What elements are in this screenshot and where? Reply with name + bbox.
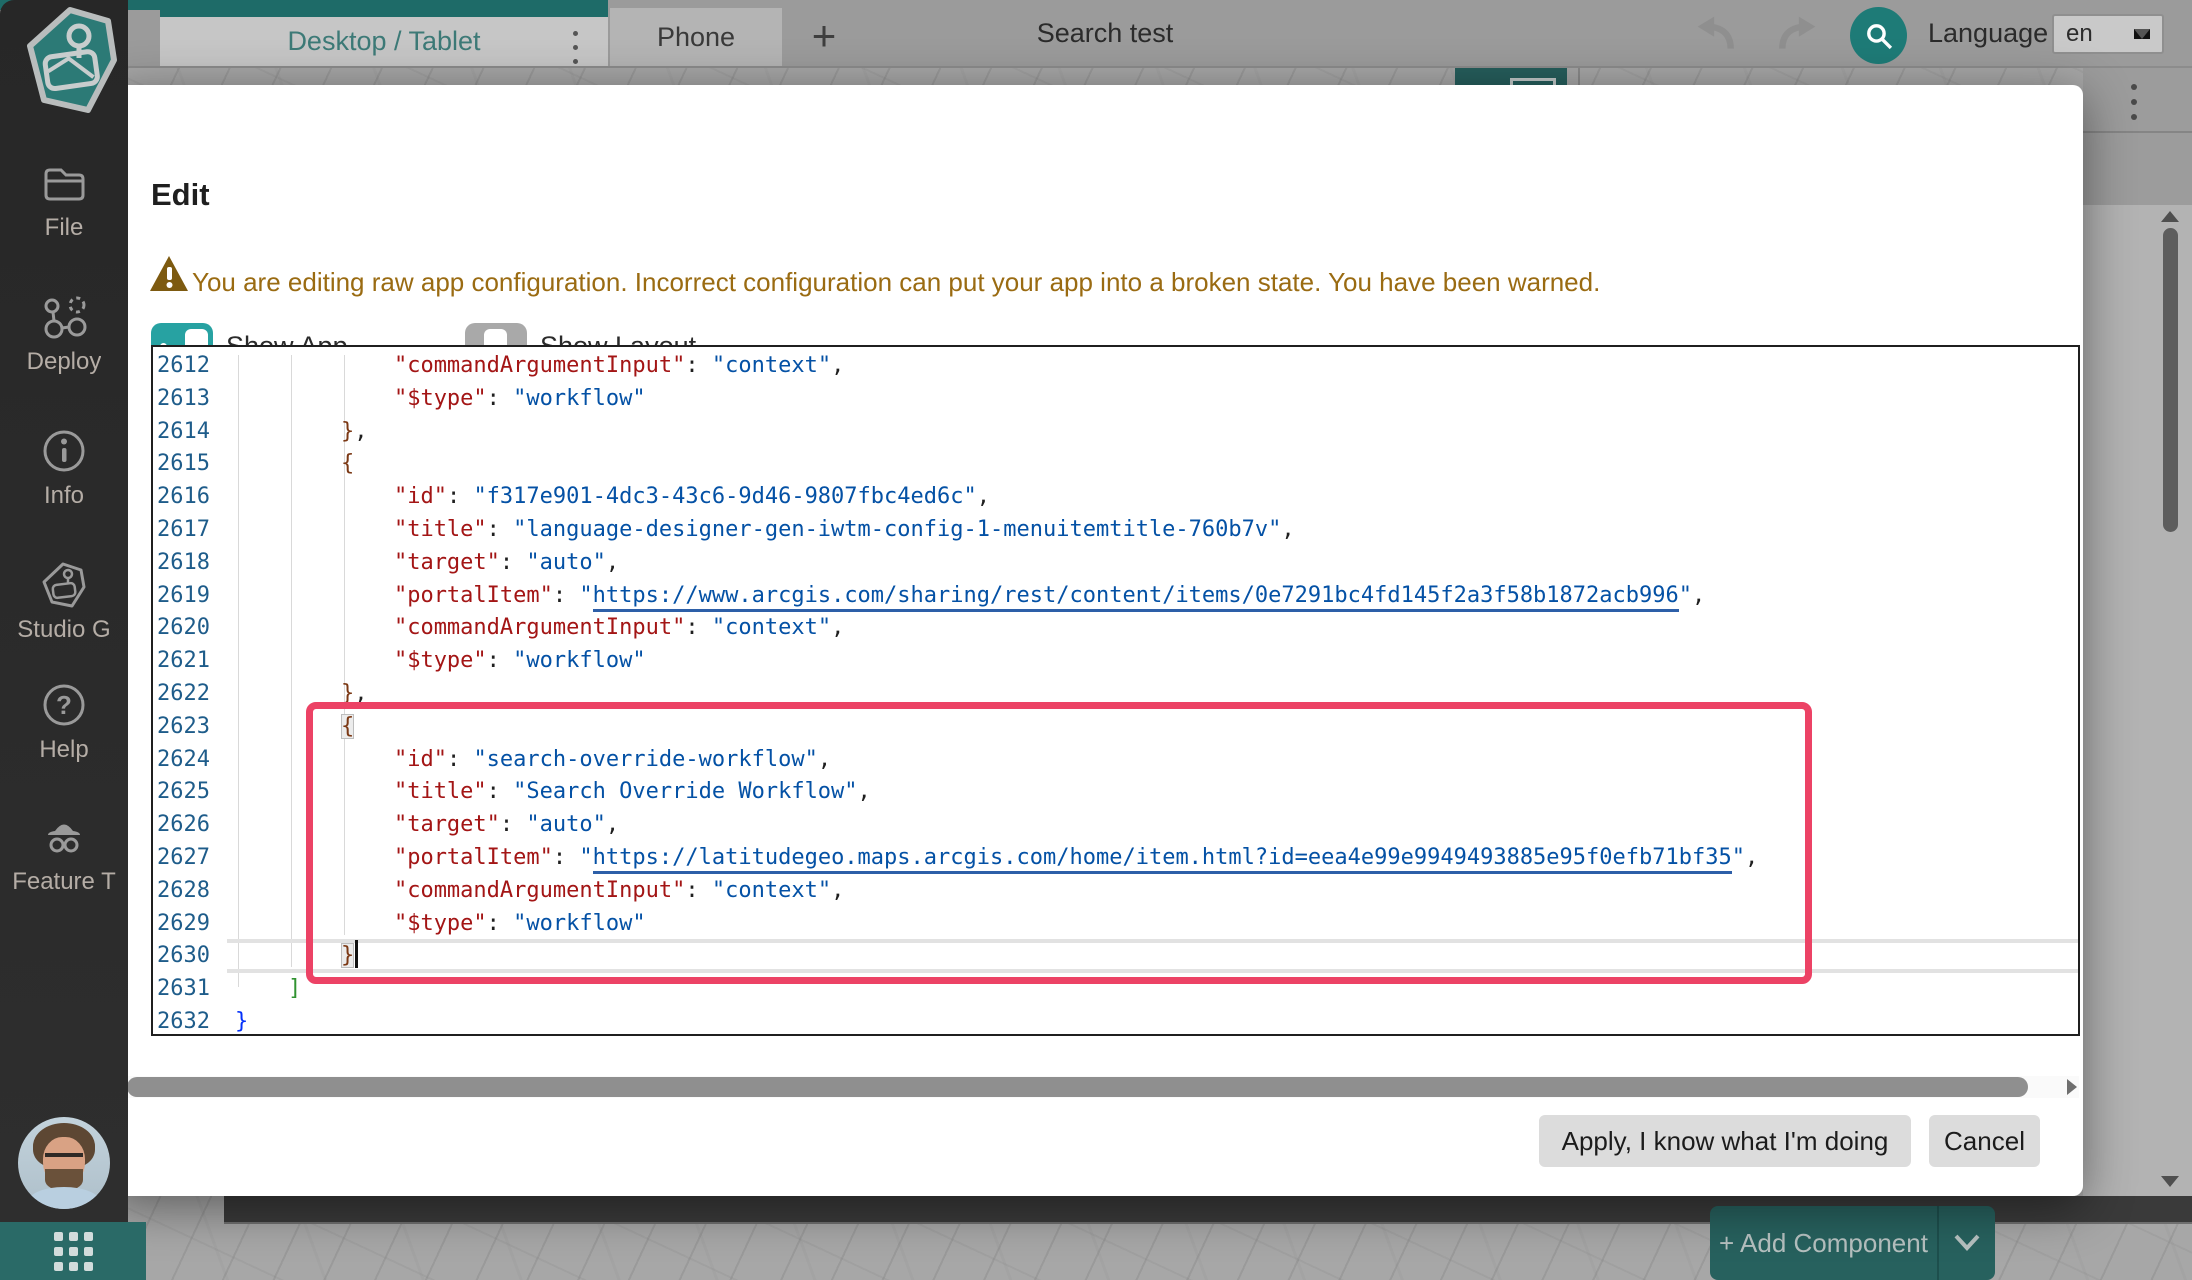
line-number: 2626 (153, 809, 227, 842)
sidebar-item-label: Help (39, 736, 88, 764)
scroll-up-arrow-icon[interactable] (2161, 211, 2179, 222)
warning-text: You are editing raw app configuration. I… (192, 267, 1600, 300)
highlight-box (306, 702, 1812, 984)
line-number: 2618 (153, 547, 227, 580)
map-pin-hexagon-logo[interactable] (24, 6, 120, 116)
warning-triangle-icon (148, 253, 190, 300)
line-number: 2616 (153, 481, 227, 514)
chevron-down-icon (2134, 29, 2150, 39)
line-number: 2613 (153, 383, 227, 416)
sidebar: File Deploy Info Studio G? Help Feature T (0, 0, 128, 1222)
kebab-icon[interactable] (573, 31, 578, 64)
divider (1578, 66, 1580, 86)
horizontal-scrollbar[interactable] (113, 1076, 2079, 1098)
avatar-shirt (28, 1187, 100, 1209)
tab-phone[interactable]: Phone (608, 8, 782, 66)
app-panel-header (1455, 66, 1567, 86)
sidebar-item-file[interactable]: File (0, 158, 128, 242)
code-line[interactable]: 2621 "$type": "workflow" (153, 645, 2078, 678)
line-number: 2614 (153, 416, 227, 449)
avatar-glasses (45, 1153, 83, 1167)
sidebar-item-feature-t[interactable]: Feature T (0, 812, 128, 896)
horizontal-scrollbar-thumb[interactable] (127, 1077, 2028, 1097)
code-line[interactable]: 2618 "target": "auto", (153, 547, 2078, 580)
line-number: 2621 (153, 645, 227, 678)
app-title: Search test (985, 0, 1225, 66)
tab-desktop-tablet[interactable]: Desktop / Tablet (160, 8, 608, 66)
add-component-button[interactable]: + Add Component (1710, 1206, 1995, 1280)
info-icon (39, 426, 89, 476)
line-number: 2619 (153, 580, 227, 613)
line-number: 2620 (153, 612, 227, 645)
line-number: 2632 (153, 1006, 227, 1036)
chevron-down-icon[interactable] (1937, 1206, 1995, 1280)
help-icon: ? (39, 680, 89, 730)
new-tab-button[interactable]: + (796, 8, 852, 64)
line-number: 2629 (153, 908, 227, 941)
line-number: 2617 (153, 514, 227, 547)
line-number: 2627 (153, 842, 227, 875)
studio-go-icon (39, 560, 89, 610)
vertical-scrollbar[interactable] (2163, 228, 2178, 532)
language-label: Language (1928, 0, 2048, 66)
language-select[interactable]: en (2052, 14, 2164, 54)
sidebar-item-label: Feature T (12, 868, 116, 896)
line-number: 2612 (153, 350, 227, 383)
dialog-title: Edit (151, 177, 210, 213)
divider (2083, 131, 2192, 133)
edit-dialog: Edit You are editing raw app configurati… (110, 85, 2083, 1196)
sidebar-item-info[interactable]: Info (0, 426, 128, 510)
svg-text:?: ? (56, 690, 72, 720)
sidebar-item-label: Deploy (27, 348, 102, 376)
sidebar-item-deploy[interactable]: Deploy (0, 292, 128, 376)
cancel-button[interactable]: Cancel (1929, 1115, 2040, 1167)
code-line[interactable]: 2615 { (153, 448, 2078, 481)
tab-label: Phone (657, 22, 735, 53)
code-line[interactable]: 2614 }, (153, 416, 2078, 449)
line-number: 2625 (153, 776, 227, 809)
screen: + Add Component Desktop / Tablet Phone +… (0, 0, 2192, 1280)
search-icon[interactable] (1850, 7, 1907, 64)
line-number: 2624 (153, 744, 227, 777)
warning-banner: You are editing raw app configuration. I… (148, 253, 1600, 300)
scroll-down-arrow-icon[interactable] (2161, 1176, 2179, 1187)
deploy-icon (39, 292, 89, 342)
code-line[interactable]: 2616 "id": "f317e901-4dc3-43c6-9d46-9807… (153, 481, 2078, 514)
scroll-right-arrow-icon[interactable] (2067, 1079, 2077, 1095)
line-number: 2631 (153, 973, 227, 1006)
grid-icon[interactable] (54, 1232, 93, 1271)
sidebar-item-studio-g[interactable]: Studio G (0, 560, 128, 644)
code-line[interactable]: 2619 "portalItem": "https://www.arcgis.c… (153, 580, 2078, 613)
line-number: 2615 (153, 448, 227, 481)
line-number: 2628 (153, 875, 227, 908)
json-code-editor[interactable]: 2612 "commandArgumentInput": "context",2… (151, 345, 2080, 1036)
apps-bar (0, 1222, 146, 1280)
code-line[interactable]: 2612 "commandArgumentInput": "context", (153, 350, 2078, 383)
line-number: 2622 (153, 678, 227, 711)
feature-tester-icon (39, 812, 89, 862)
sidebar-item-label: File (45, 214, 84, 242)
code-line[interactable]: 2632} (153, 1006, 2078, 1036)
undo-icon[interactable] (1694, 12, 1738, 56)
sidebar-item-label: Info (44, 482, 84, 510)
apply-button[interactable]: Apply, I know what I'm doing (1539, 1115, 1911, 1167)
top-bar: Desktop / Tablet Phone + Search test Lan… (0, 0, 2192, 68)
user-avatar[interactable] (18, 1117, 110, 1209)
code-line[interactable]: 2620 "commandArgumentInput": "context", (153, 612, 2078, 645)
language-value: en (2066, 20, 2093, 48)
sidebar-item-help[interactable]: ? Help (0, 680, 128, 764)
sidebar-item-label: Studio G (17, 616, 110, 644)
line-number: 2630 (153, 940, 227, 973)
kebab-icon[interactable] (2131, 84, 2137, 120)
folder-icon (39, 158, 89, 208)
code-line[interactable]: 2613 "$type": "workflow" (153, 383, 2078, 416)
right-panel-header (2083, 66, 2192, 205)
tab-label: Desktop / Tablet (287, 26, 480, 57)
code-line[interactable]: 2617 "title": "language-designer-gen-iwt… (153, 514, 2078, 547)
line-number: 2623 (153, 711, 227, 744)
add-component-label: + Add Component (1710, 1228, 1937, 1259)
redo-icon[interactable] (1775, 12, 1819, 56)
